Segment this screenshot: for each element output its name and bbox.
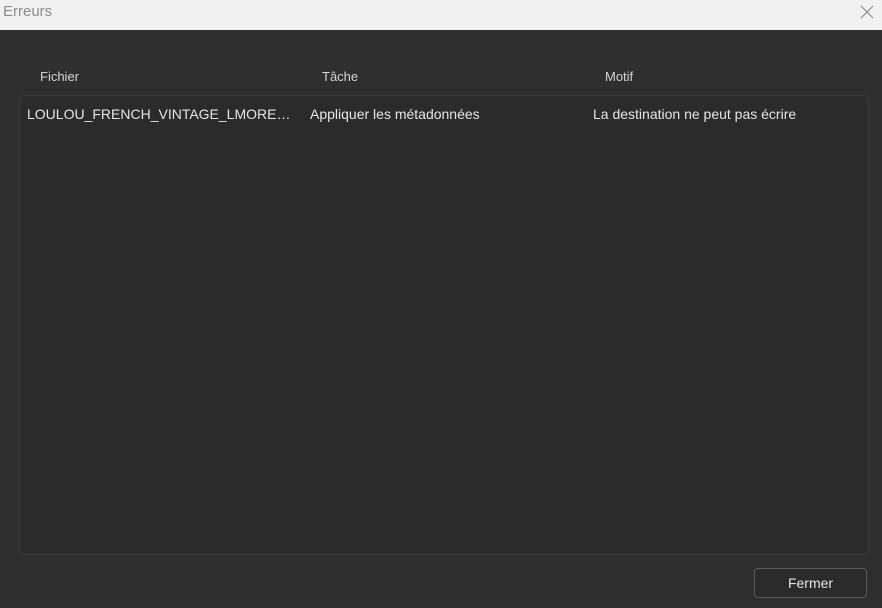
row-reason-cell: La destination ne peut pas écrire xyxy=(593,106,797,122)
window-close-button[interactable] xyxy=(852,0,882,24)
window-title: Erreurs xyxy=(3,3,53,20)
close-icon xyxy=(860,5,874,19)
dialog-body: Fichier Tâche Motif LOULOU_FRENCH_VINTAG… xyxy=(0,30,882,608)
row-task-cell: Appliquer les métadonnées xyxy=(310,106,480,122)
column-header-reason[interactable]: Motif xyxy=(605,69,633,84)
column-header-task[interactable]: Tâche xyxy=(322,69,358,84)
row-file-cell: LOULOU_FRENCH_VINTAGE_LMOREL_V... xyxy=(27,106,297,122)
table-row[interactable]: LOULOU_FRENCH_VINTAGE_LMOREL_V... Appliq… xyxy=(20,104,868,126)
title-bar: Erreurs xyxy=(0,0,882,30)
errors-list[interactable]: LOULOU_FRENCH_VINTAGE_LMOREL_V... Appliq… xyxy=(19,95,869,555)
fermer-button[interactable]: Fermer xyxy=(754,568,867,598)
column-header-file[interactable]: Fichier xyxy=(40,69,79,84)
